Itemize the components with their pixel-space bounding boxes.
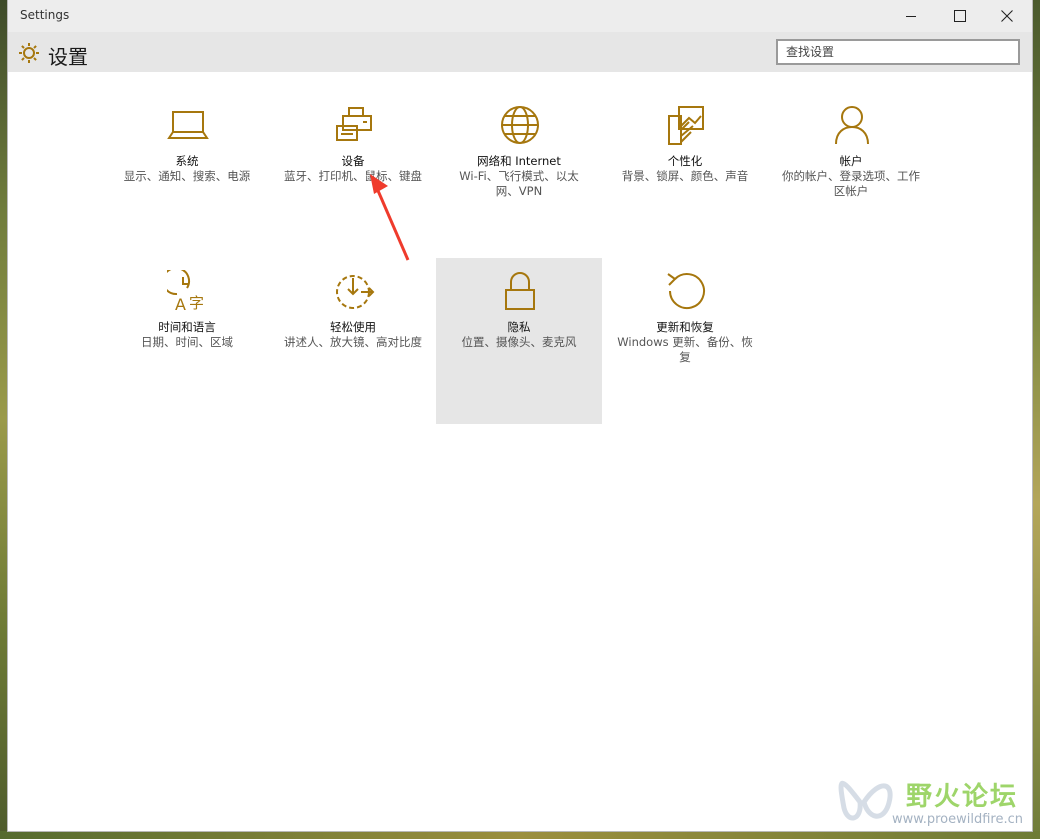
watermark-url: www.proewildfire.cn xyxy=(892,812,1023,827)
palette-icon xyxy=(668,106,704,145)
desktop-background-bottom xyxy=(0,831,1040,839)
window-title: Settings xyxy=(20,8,70,22)
tile-accounts[interactable]: 帐户 你的帐户、登录选项、工作区帐户 xyxy=(768,92,934,258)
close-button[interactable] xyxy=(984,0,1030,32)
svg-text:A: A xyxy=(175,295,186,312)
printer-icon xyxy=(336,107,372,141)
tile-description: Wi-Fi、飞行模式、以太网、VPN xyxy=(459,169,579,198)
minimize-button[interactable] xyxy=(888,0,934,32)
minimize-icon xyxy=(906,16,916,17)
tile-title: 轻松使用 xyxy=(330,320,376,334)
tile-title: 个性化 xyxy=(667,154,703,168)
clock-language-icon: A 字 xyxy=(167,270,204,312)
page-title: 设置 xyxy=(48,45,88,69)
tile-title: 隐私 xyxy=(507,320,531,334)
gear-icon xyxy=(19,43,39,63)
tile-description: 显示、通知、搜索、电源 xyxy=(123,169,251,183)
tile-description: 蓝牙、打印机、鼠标、键盘 xyxy=(284,169,422,183)
desktop-background-left xyxy=(0,0,8,839)
tile-title: 时间和语言 xyxy=(158,320,216,334)
tile-title: 更新和恢复 xyxy=(656,320,714,334)
tile-description: 讲述人、放大镜、高对比度 xyxy=(284,335,422,349)
tile-system[interactable]: 系统 显示、通知、搜索、电源 xyxy=(104,92,270,258)
search-input[interactable] xyxy=(778,41,1018,63)
tile-description: 背景、锁屏、颜色、声音 xyxy=(621,169,749,183)
tile-description: Windows 更新、备份、恢复 xyxy=(617,335,753,364)
tile-description: 位置、摄像头、麦克风 xyxy=(461,335,577,349)
tile-privacy[interactable]: 隐私 位置、摄像头、麦克风 xyxy=(436,258,602,424)
maximize-icon xyxy=(954,10,966,22)
tile-update-recovery[interactable]: 更新和恢复 Windows 更新、备份、恢复 xyxy=(602,258,768,424)
globe-icon xyxy=(501,106,539,144)
tile-description: 日期、时间、区域 xyxy=(141,335,233,349)
tile-ease-of-access[interactable]: 轻松使用 讲述人、放大镜、高对比度 xyxy=(270,258,436,424)
tile-personalization[interactable]: 个性化 背景、锁屏、颜色、声音 xyxy=(602,92,768,258)
tile-network[interactable]: 网络和 Internet Wi-Fi、飞行模式、以太网、VPN xyxy=(436,92,602,258)
person-icon xyxy=(835,106,869,145)
lock-icon xyxy=(505,272,535,310)
tile-title: 网络和 Internet xyxy=(477,154,561,168)
laptop-icon xyxy=(167,111,209,139)
maximize-button[interactable] xyxy=(937,0,983,32)
ease-of-access-icon xyxy=(336,275,375,309)
tile-description: 你的帐户、登录选项、工作区帐户 xyxy=(782,169,920,198)
close-icon xyxy=(1001,10,1013,22)
tile-title: 系统 xyxy=(175,154,199,168)
refresh-icon xyxy=(667,273,705,310)
svg-text:字: 字 xyxy=(189,294,204,312)
tile-title: 帐户 xyxy=(839,154,863,168)
title-bar[interactable]: Settings xyxy=(8,0,1032,32)
search-box[interactable] xyxy=(776,39,1020,65)
settings-header: 设置 xyxy=(8,32,1032,72)
tile-title: 设备 xyxy=(341,154,365,168)
desktop-background-right xyxy=(1032,0,1040,839)
tile-time-language[interactable]: A 字 时间和语言 日期、时间、区域 xyxy=(104,258,270,424)
tile-devices[interactable]: 设备 蓝牙、打印机、鼠标、键盘 xyxy=(270,92,436,258)
watermark-title: 野火论坛 xyxy=(906,782,1019,812)
settings-window: Settings 设置 查找设置 系统 显示、通知、搜索、电源 设备 蓝牙、打印… xyxy=(8,0,1032,831)
